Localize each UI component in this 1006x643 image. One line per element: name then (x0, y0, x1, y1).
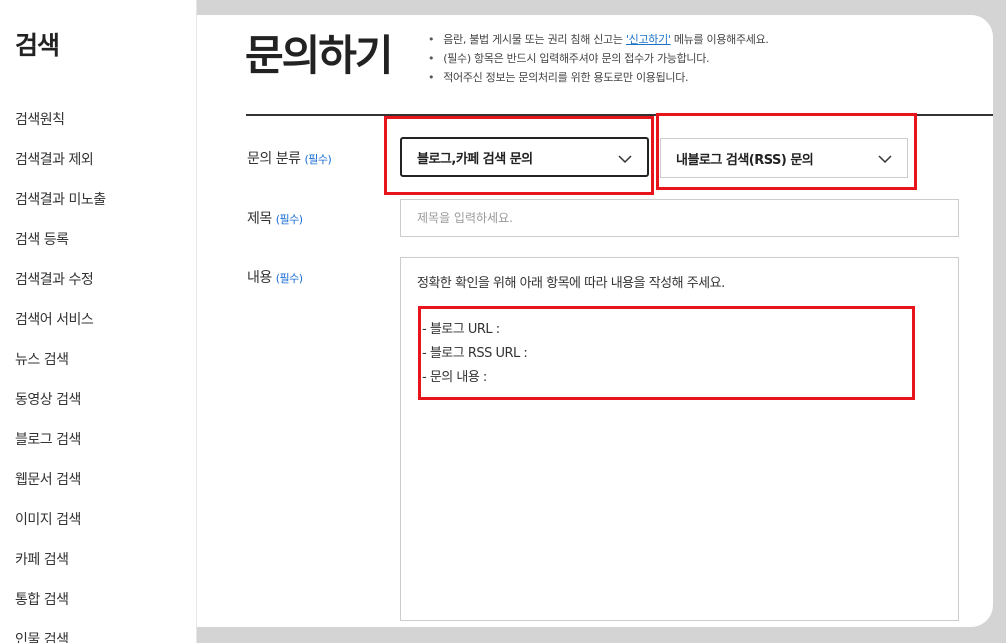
subject-label: 제목 (필수) (247, 208, 303, 228)
sidebar-item-people-search[interactable]: 인물 검색 (15, 629, 106, 643)
sidebar-item-integrated-search[interactable]: 통합 검색 (15, 589, 106, 629)
notice-text: 메뉴를 이용해주세요. (670, 33, 769, 46)
notice-list: 음란, 불법 게시물 또는 권리 침해 신고는 '신고하기' 메뉴를 이용해주세… (428, 30, 769, 87)
content-template: - 블로그 URL : - 블로그 RSS URL : - 문의 내용 : (422, 318, 528, 390)
sidebar-item-web-search[interactable]: 웹문서 검색 (15, 469, 106, 509)
category-select-secondary-value: 내블로그 검색(RSS) 문의 (676, 152, 814, 168)
content-label: 내용 (필수) (247, 267, 303, 287)
subject-input[interactable] (400, 199, 959, 237)
content-guide-text: 정확한 확인을 위해 아래 항목에 따라 내용을 작성해 주세요. (417, 276, 725, 291)
report-link[interactable]: '신고하기' (626, 33, 671, 46)
chevron-down-icon (618, 155, 632, 164)
title-divider (246, 114, 993, 116)
sidebar-item-search-edit[interactable]: 검색결과 수정 (15, 269, 106, 309)
sidebar-title: 검색 (15, 31, 60, 60)
category-label-text: 문의 분류 (247, 151, 301, 167)
category-select-primary-value: 블로그,카페 검색 문의 (417, 151, 533, 167)
required-tag: (필수) (304, 153, 332, 166)
content-textarea[interactable]: 정확한 확인을 위해 아래 항목에 따라 내용을 작성해 주세요. - 블로그 … (400, 257, 959, 621)
category-select-primary[interactable]: 블로그,카페 검색 문의 (400, 137, 649, 177)
category-select-secondary[interactable]: 내블로그 검색(RSS) 문의 (660, 138, 908, 178)
sidebar-item-cafe-search[interactable]: 카페 검색 (15, 549, 106, 589)
sidebar-item-search-exclusion[interactable]: 검색결과 제외 (15, 149, 106, 189)
notice-item: 적어주신 정보는 문의처리를 위한 용도로만 이용됩니다. (428, 68, 769, 87)
sidebar-item-search-principles[interactable]: 검색원칙 (15, 109, 106, 149)
sidebar-item-news-search[interactable]: 뉴스 검색 (15, 349, 106, 389)
sidebar: 검색 검색원칙 검색결과 제외 검색결과 미노출 검색 등록 검색결과 수정 검… (0, 0, 197, 643)
sidebar-item-blog-search[interactable]: 블로그 검색 (15, 429, 106, 469)
content-label-text: 내용 (247, 270, 272, 286)
template-line-rss-url: - 블로그 RSS URL : (422, 346, 528, 361)
sidebar-item-keyword-service[interactable]: 검색어 서비스 (15, 309, 106, 349)
sidebar-list: 검색원칙 검색결과 제외 검색결과 미노출 검색 등록 검색결과 수정 검색어 … (15, 109, 106, 643)
template-line-blog-url: - 블로그 URL : (422, 322, 500, 337)
subject-label-text: 제목 (247, 211, 272, 227)
sidebar-item-search-register[interactable]: 검색 등록 (15, 229, 106, 269)
required-tag: (필수) (275, 213, 303, 226)
sidebar-item-video-search[interactable]: 동영상 검색 (15, 389, 106, 429)
notice-item: 음란, 불법 게시물 또는 권리 침해 신고는 '신고하기' 메뉴를 이용해주세… (428, 30, 769, 49)
page-title: 문의하기 (245, 31, 394, 80)
notice-text: 음란, 불법 게시물 또는 권리 침해 신고는 (443, 33, 626, 46)
chevron-down-icon (878, 155, 892, 164)
sidebar-item-image-search[interactable]: 이미지 검색 (15, 509, 106, 549)
required-tag: (필수) (275, 272, 303, 285)
category-label: 문의 분류 (필수) (247, 148, 332, 168)
template-line-inquiry: - 문의 내용 : (422, 370, 487, 385)
notice-item: (필수) 항목은 반드시 입력해주셔야 문의 접수가 가능합니다. (428, 49, 769, 68)
sidebar-item-search-not-shown[interactable]: 검색결과 미노출 (15, 189, 106, 229)
